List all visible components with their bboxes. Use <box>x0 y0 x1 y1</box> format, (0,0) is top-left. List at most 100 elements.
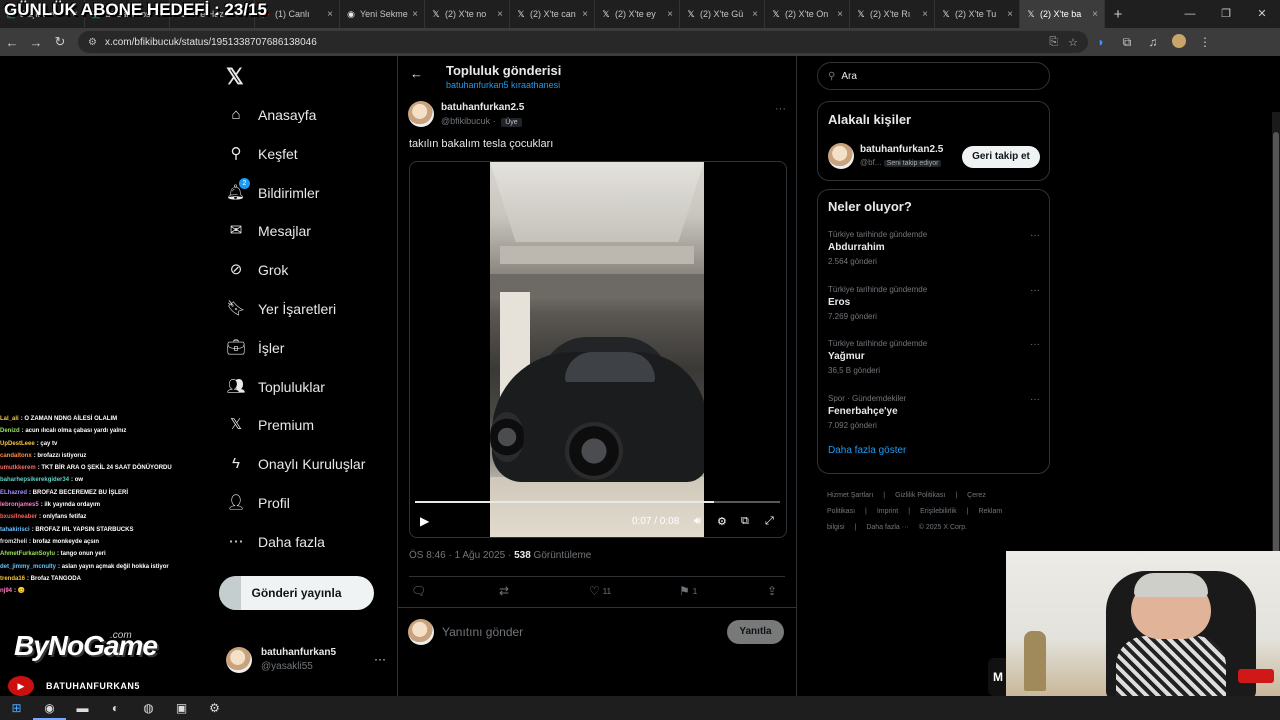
footer-link[interactable]: Hizmet Şartları <box>827 492 873 499</box>
close-tab-icon[interactable]: × <box>582 9 588 20</box>
sidebar-item-4[interactable]: ⊘ Grok <box>226 252 289 288</box>
post-button[interactable]: Gönderi yayınla <box>219 576 374 610</box>
footer-link[interactable]: Daha fazla ··· <box>866 524 908 531</box>
forward-arrow-icon[interactable]: → <box>24 35 48 50</box>
close-window-icon[interactable]: ✕ <box>1244 0 1280 28</box>
menu-dots-icon[interactable]: ⋮ <box>1192 35 1218 49</box>
bookmark-star-icon[interactable]: ☆ <box>1068 36 1078 49</box>
post-timestamp[interactable]: ÖS 8:46 · 1 Ağu 2025 · <box>409 550 514 561</box>
reload-icon[interactable]: ↻ <box>48 34 72 50</box>
close-tab-icon[interactable]: × <box>497 9 503 20</box>
footer-link[interactable]: Imprint <box>877 508 898 515</box>
folder-icon[interactable]: ▬ <box>66 696 99 720</box>
tab-12[interactable]: 𝕏 (2) X'te ba × <box>1020 0 1105 28</box>
install-app-icon[interactable]: ⎘ <box>1049 36 1058 49</box>
tab-6[interactable]: 𝕏 (2) X'te can × <box>510 0 595 28</box>
picture-in-picture-icon[interactable]: ⧉ <box>741 515 749 528</box>
tab-10[interactable]: 𝕏 (2) X'te Rı × <box>850 0 935 28</box>
reply-icon[interactable]: 🗨︎ <box>411 584 426 598</box>
app-icon[interactable]: ▣ <box>165 696 198 720</box>
spotify-icon[interactable]: ◍ <box>132 696 165 720</box>
more-dots-icon[interactable]: ··· <box>1030 230 1040 241</box>
back-arrow-icon[interactable]: ← <box>410 66 423 81</box>
follow-back-button[interactable]: Geri takip et <box>962 146 1040 168</box>
sidebar-item-6[interactable]: 💼︎ İşler <box>226 330 284 366</box>
reply-input[interactable]: Yanıtını gönder <box>442 625 523 639</box>
play-icon[interactable]: ▶ <box>420 514 429 528</box>
trend-item[interactable]: Türkiye tarihinde gündemde Abdurrahim 2.56… <box>828 230 1040 274</box>
footer-link[interactable]: © 2025 X Corp. <box>919 524 967 531</box>
trend-item[interactable]: Türkiye tarihinde gündemde Yağmur 36,5 B g… <box>828 339 1040 383</box>
new-tab-button[interactable]: + <box>1105 6 1131 23</box>
discord-icon[interactable]: ◐ <box>99 696 132 720</box>
sidebar-item-10[interactable]: 👤︎ Profil <box>226 485 289 521</box>
tab-7[interactable]: 𝕏 (2) X'te ey × <box>595 0 680 28</box>
sidebar-item-1[interactable]: ⚲ Keşfet <box>226 136 298 172</box>
windows-start-icon[interactable]: ⊞ <box>0 696 33 720</box>
page-scrollbar[interactable] <box>1272 112 1280 607</box>
site-info-icon[interactable]: ⚙ <box>88 37 97 48</box>
share-icon[interactable]: ⇪ <box>767 584 777 598</box>
video-progress-bar[interactable] <box>415 501 780 503</box>
extension-icon[interactable]: ◗ <box>1088 35 1114 49</box>
tab-4[interactable]: ◉ Yeni Sekme × <box>340 0 425 28</box>
more-dots-icon[interactable]: ··· <box>1030 285 1040 296</box>
tab-8[interactable]: 𝕏 (2) X'te Gü × <box>680 0 765 28</box>
close-tab-icon[interactable]: × <box>1007 9 1013 20</box>
profile-avatar[interactable] <box>1166 33 1192 51</box>
close-tab-icon[interactable]: × <box>752 9 758 20</box>
video-player[interactable]: ▶ 0:07 / 0:08 🔊︎ ⚙ ⧉ ⤢ <box>409 161 787 538</box>
close-tab-icon[interactable]: × <box>1092 9 1098 20</box>
bookmark-button[interactable]: ⚑ 1 <box>679 584 697 598</box>
trend-item[interactable]: Spor · Gündemdekiler Fenerbahçe'ye 7.092 g… <box>828 394 1040 438</box>
community-link[interactable]: batuhanfurkan5 kıraathanesi <box>446 80 560 90</box>
media-icon[interactable]: ♫ <box>1140 35 1166 49</box>
fullscreen-icon[interactable]: ⤢ <box>765 515 774 528</box>
extensions-puzzle-icon[interactable]: ⧉ <box>1114 35 1140 50</box>
like-button[interactable]: ♡ 11 <box>589 584 611 598</box>
back-arrow-icon[interactable]: ← <box>0 35 24 50</box>
account-switcher[interactable]: batuhanfurkan5 @yasakli55 ··· <box>226 646 386 674</box>
close-tab-icon[interactable]: × <box>837 9 843 20</box>
more-dots-icon[interactable]: ··· <box>374 652 386 666</box>
search-input[interactable]: ⚲ Ara <box>817 62 1050 90</box>
sidebar-item-9[interactable]: ϟ Onaylı Kuruluşlar <box>226 446 365 482</box>
sidebar-item-3[interactable]: ✉ Mesajlar <box>226 213 311 249</box>
restore-icon[interactable]: ❐ <box>1208 0 1244 28</box>
more-dots-icon[interactable]: ··· <box>1030 339 1040 350</box>
x-logo-icon[interactable]: 𝕏 <box>226 64 244 90</box>
tab-5[interactable]: 𝕏 (2) X'te no × <box>425 0 510 28</box>
tab-9[interactable]: 𝕏 (2) X'te On × <box>765 0 850 28</box>
show-more-link[interactable]: Daha fazla göster <box>828 445 906 456</box>
minimize-icon[interactable]: — <box>1172 0 1208 28</box>
close-tab-icon[interactable]: × <box>922 9 928 20</box>
sidebar-item-11[interactable]: ⋯ Daha fazla <box>226 524 325 560</box>
footer-link[interactable]: Gizlilik Politikası <box>895 492 945 499</box>
video-frame[interactable] <box>490 162 704 537</box>
sidebar-item-2[interactable]: 🔔︎ 2 Bildirimler <box>226 175 319 211</box>
author-name[interactable]: batuhanfurkan2.5 <box>441 102 524 113</box>
scrollbar-thumb[interactable] <box>1273 132 1279 592</box>
trend-item[interactable]: Türkiye tarihinde gündemde Eros 7.269 gönd… <box>828 285 1040 329</box>
sidebar-item-7[interactable]: 👥︎ Topluluklar <box>226 369 324 405</box>
close-tab-icon[interactable]: × <box>412 9 418 20</box>
tab-11[interactable]: 𝕏 (2) X'te Tu × <box>935 0 1020 28</box>
volume-icon[interactable]: 🔊︎ <box>694 515 701 528</box>
steam-icon[interactable]: ⚙ <box>198 696 231 720</box>
footer-link[interactable]: Erişilebilirlik <box>920 508 957 515</box>
repost-icon[interactable]: ⇄ <box>499 584 509 598</box>
chrome-icon[interactable]: ◉ <box>33 696 66 720</box>
avatar[interactable] <box>408 101 434 127</box>
reply-button[interactable]: Yanıtla <box>727 620 784 644</box>
address-bar[interactable]: ⚙ x.com/bfikibucuk/status/19513387076861… <box>78 31 1088 53</box>
more-dots-icon[interactable]: ··· <box>775 103 786 115</box>
more-dots-icon[interactable]: ··· <box>1030 394 1040 405</box>
sidebar-item-0[interactable]: ⌂ Anasayfa <box>226 97 316 133</box>
settings-gear-icon[interactable]: ⚙ <box>717 515 727 528</box>
sidebar-item-8[interactable]: 𝕏 Premium <box>226 407 314 443</box>
relevant-person[interactable]: batuhanfurkan2.5 @bf... Seni takip ediyo… <box>828 142 1040 172</box>
close-tab-icon[interactable]: × <box>327 9 333 20</box>
sidebar-item-5[interactable]: 🔖︎ Yer İşaretleri <box>226 291 336 327</box>
close-tab-icon[interactable]: × <box>667 9 673 20</box>
author-handle-text[interactable]: @bfikibucuk <box>441 116 490 126</box>
